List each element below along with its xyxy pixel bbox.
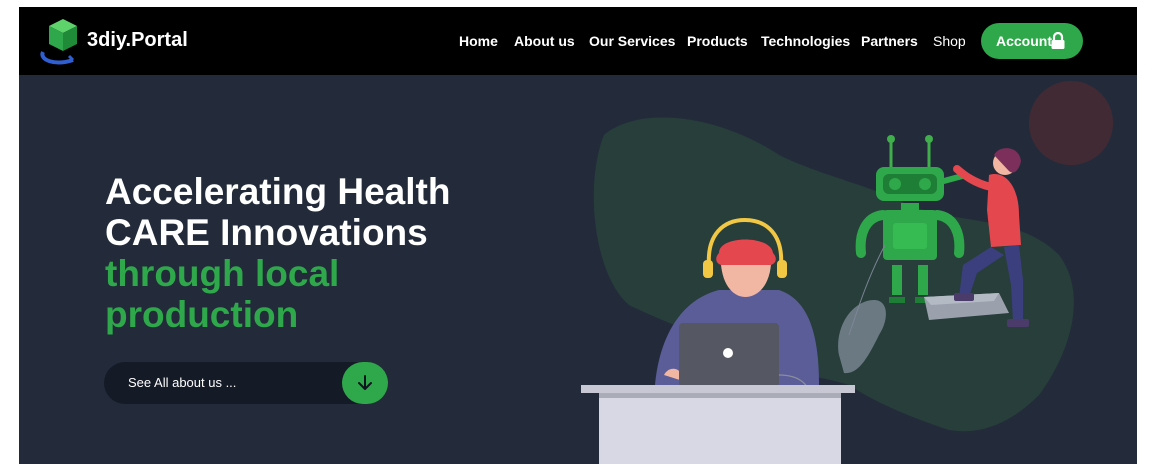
headline-line-3: through local (105, 253, 340, 294)
arrow-down-icon (358, 375, 372, 390)
headline-line-4: production (105, 294, 299, 335)
nav-shop[interactable]: Shop (933, 33, 966, 49)
lock-icon (1051, 32, 1065, 49)
headline-line-1: Accelerating Health (105, 171, 451, 212)
cta-arrow-button[interactable] (342, 362, 388, 404)
page-frame: 3diy.Portal Home About us Our Services P… (19, 7, 1137, 464)
nav-home[interactable]: Home (459, 33, 498, 49)
nav-our-services[interactable]: Our Services (589, 33, 675, 49)
nav-about-us[interactable]: About us (514, 33, 575, 49)
hero-section: Accelerating Health CARE Innovations thr… (19, 75, 1137, 464)
laptop-icon (673, 323, 785, 389)
decor-circle (1029, 81, 1113, 165)
hero-headline: Accelerating Health CARE Innovations thr… (105, 171, 450, 335)
cube-logo-icon[interactable] (33, 16, 93, 66)
desk (581, 385, 855, 464)
top-navbar: 3diy.Portal Home About us Our Services P… (19, 7, 1137, 75)
nav-products[interactable]: Products (687, 33, 748, 49)
see-all-about-us-button[interactable]: See All about us ... (104, 362, 388, 404)
account-button[interactable]: Account (981, 23, 1083, 59)
account-button-label: Account (996, 33, 1052, 49)
brand-name[interactable]: 3diy.Portal (87, 29, 188, 52)
cta-label: See All about us ... (128, 375, 237, 390)
nav-partners[interactable]: Partners (861, 33, 918, 49)
nav-technologies[interactable]: Technologies (761, 33, 850, 49)
headline-line-2: CARE Innovations (105, 212, 428, 253)
